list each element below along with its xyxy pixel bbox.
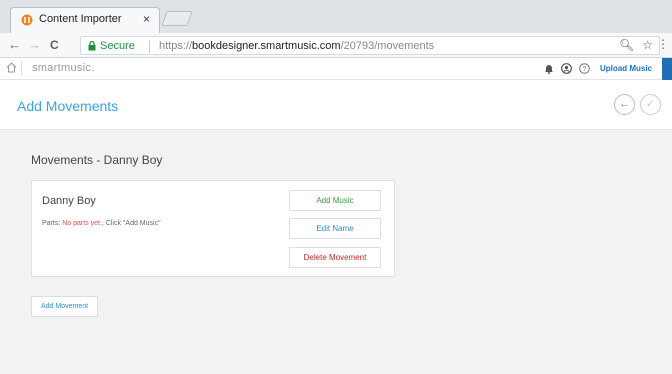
reload-icon[interactable]: C	[50, 38, 59, 52]
url-text[interactable]: https://bookdesigner.smartmusic.com/2079…	[159, 40, 434, 52]
address-bar[interactable]: Secure https://bookdesigner.smartmusic.c…	[80, 36, 660, 55]
parts-suffix: , Click "Add Music"	[101, 220, 161, 227]
add-movement-button[interactable]: Add Movement	[31, 296, 98, 317]
address-separator	[149, 40, 150, 53]
url-host: bookdesigner.smartmusic.com	[192, 40, 341, 52]
browser-menu-icon[interactable]: ⋮	[657, 37, 669, 51]
app-menu-icon[interactable]	[662, 58, 672, 80]
page-header: Add Movements ← ✓	[0, 80, 672, 130]
movement-card: Danny Boy Parts: No parts yet., Click "A…	[31, 180, 395, 277]
parts-none: No parts yet.	[62, 220, 102, 227]
new-tab-button[interactable]	[161, 11, 193, 26]
back-arrow-icon[interactable]: ←	[8, 37, 21, 52]
edit-name-button[interactable]: Edit Name	[289, 218, 381, 239]
done-check-icon[interactable]: ✓	[640, 94, 661, 115]
zoom-icon[interactable]: 🔍︎	[619, 38, 634, 52]
smartmusic-favicon-icon	[21, 14, 33, 26]
header-separator	[21, 61, 22, 76]
tab-title: Content Importer	[39, 13, 122, 25]
lock-icon	[88, 41, 96, 51]
notification-bell-icon[interactable]	[544, 63, 554, 74]
browser-tab[interactable]: Content Importer ×	[10, 7, 160, 33]
parts-prefix: Parts:	[42, 220, 63, 227]
help-icon[interactable]: ?	[579, 63, 590, 74]
smartmusic-logo[interactable]: smartmusic.	[32, 62, 95, 74]
delete-movement-button[interactable]: Delete Movement	[289, 247, 381, 268]
url-scheme: https://	[159, 40, 193, 52]
upload-music-button[interactable]: Upload Music	[600, 64, 652, 73]
browser-toolbar: ← → C Secure https://bookdesigner.smartm…	[0, 33, 672, 58]
page-title: Add Movements	[17, 98, 119, 114]
omnibox-actions: 🔍︎ ☆	[611, 38, 653, 52]
add-music-button[interactable]: Add Music	[289, 190, 381, 211]
movements-heading: Movements - Danny Boy	[31, 153, 163, 167]
app-header: smartmusic. ? Upload Music	[0, 58, 672, 80]
tab-close-icon[interactable]: ×	[143, 12, 150, 26]
svg-text:?: ?	[583, 66, 587, 73]
bookmark-star-icon[interactable]: ☆	[642, 38, 653, 52]
back-circle-icon[interactable]: ←	[614, 94, 635, 115]
secure-label: Secure	[100, 40, 135, 52]
movement-name: Danny Boy	[42, 195, 96, 207]
forward-arrow-icon[interactable]: →	[28, 37, 41, 52]
account-icon[interactable]	[561, 63, 572, 74]
browser-tab-strip: Content Importer ×	[0, 0, 672, 33]
url-path: /20793/movements	[340, 40, 435, 52]
parts-status: Parts: No parts yet., Click "Add Music"	[42, 220, 161, 227]
home-icon[interactable]	[6, 62, 17, 73]
